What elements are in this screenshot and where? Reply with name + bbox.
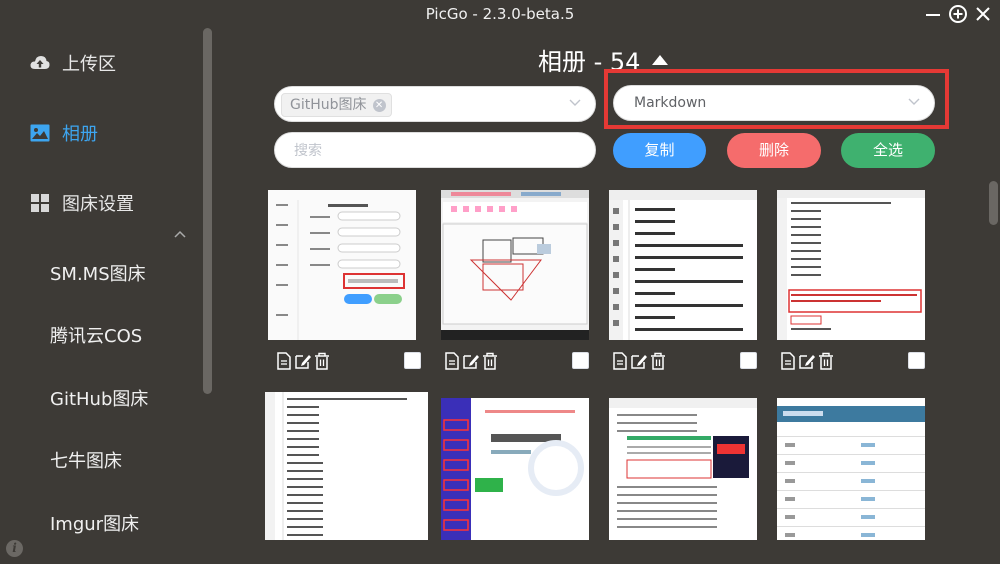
sidebar-item-label: 相册	[62, 124, 98, 145]
file-text-icon[interactable]	[275, 352, 293, 370]
select-all-button[interactable]: 全选	[841, 133, 935, 168]
file-text-icon[interactable]	[779, 352, 797, 370]
thumbnail-checkbox[interactable]	[740, 352, 757, 369]
gallery-thumbnail[interactable]	[441, 190, 589, 340]
edit-icon[interactable]	[294, 352, 312, 370]
chevron-down-icon	[908, 98, 920, 105]
edit-icon[interactable]	[630, 352, 648, 370]
gallery-thumbnail[interactable]	[609, 190, 757, 340]
trash-icon[interactable]	[649, 352, 667, 370]
gallery-thumbnail[interactable]	[441, 398, 589, 540]
gallery-thumbnail[interactable]	[609, 398, 757, 540]
sidebar-subitem-smms[interactable]: SM.MS图床	[50, 260, 146, 286]
chevron-up-icon[interactable]	[174, 226, 186, 242]
thumbnail-checkbox[interactable]	[908, 352, 925, 369]
host-tag: GitHub图床 ✕	[281, 93, 392, 117]
file-text-icon[interactable]	[443, 352, 461, 370]
file-text-icon[interactable]	[611, 352, 629, 370]
thumbnail-actions	[443, 351, 500, 371]
sidebar-item-label: 上传区	[62, 54, 116, 75]
sidebar-scrollbar[interactable]	[203, 28, 212, 394]
chevron-down-icon	[569, 99, 581, 106]
thumbnail-actions	[779, 351, 836, 371]
trash-icon[interactable]	[313, 352, 331, 370]
delete-button[interactable]: 删除	[727, 133, 821, 168]
sidebar-item-upload[interactable]: 上传区	[30, 48, 116, 78]
paste-format-select[interactable]: Markdown	[613, 85, 935, 121]
host-filter-select[interactable]: GitHub图床 ✕	[274, 86, 596, 122]
tag-close-icon[interactable]: ✕	[372, 99, 386, 112]
sidebar-subitem-github[interactable]: GitHub图床	[50, 385, 148, 411]
thumbnail-checkbox[interactable]	[572, 352, 589, 369]
grid-icon	[30, 193, 50, 213]
caret-up-icon[interactable]	[652, 54, 669, 65]
sidebar-subitem-imgur[interactable]: Imgur图床	[50, 510, 139, 536]
edit-icon[interactable]	[798, 352, 816, 370]
search-input[interactable]	[274, 132, 596, 168]
edit-icon[interactable]	[462, 352, 480, 370]
gallery-thumbnail[interactable]	[777, 190, 925, 340]
copy-button[interactable]: 复制	[613, 133, 706, 168]
trash-icon[interactable]	[817, 352, 835, 370]
gallery-thumbnail[interactable]	[265, 392, 428, 540]
thumbnail-actions	[275, 351, 332, 371]
thumbnail-actions	[611, 351, 668, 371]
sidebar-item-gallery[interactable]: 相册	[30, 118, 98, 148]
thumbnail-checkbox[interactable]	[404, 352, 421, 369]
window-title: PicGo - 2.3.0-beta.5	[425, 5, 575, 23]
cloud-upload-icon	[30, 53, 50, 73]
sidebar-subitem-qiniu[interactable]: 七牛图床	[50, 447, 122, 473]
info-icon[interactable]: i	[6, 540, 23, 557]
minimize-icon[interactable]	[922, 4, 944, 26]
title-bar: PicGo - 2.3.0-beta.5	[0, 0, 1000, 30]
sidebar-item-label: 图床设置	[62, 194, 134, 215]
host-tag-label: GitHub图床	[290, 97, 367, 113]
close-icon[interactable]	[972, 4, 994, 26]
main-scrollbar[interactable]	[989, 181, 998, 225]
trash-icon[interactable]	[481, 352, 499, 370]
image-icon	[30, 123, 50, 143]
sidebar-subitem-tencent-cos[interactable]: 腾讯云COS	[50, 322, 142, 348]
sidebar: 上传区 相册 图床设置 SM.MS图床 腾讯云COS GitHub图床 七牛图床…	[0, 30, 200, 564]
plus-circle-icon[interactable]	[947, 4, 969, 26]
gallery-thumbnail[interactable]	[268, 190, 416, 340]
sidebar-item-host-settings[interactable]: 图床设置	[30, 188, 134, 218]
gallery-thumbnail[interactable]	[777, 398, 925, 540]
format-select-value: Markdown	[634, 95, 707, 111]
